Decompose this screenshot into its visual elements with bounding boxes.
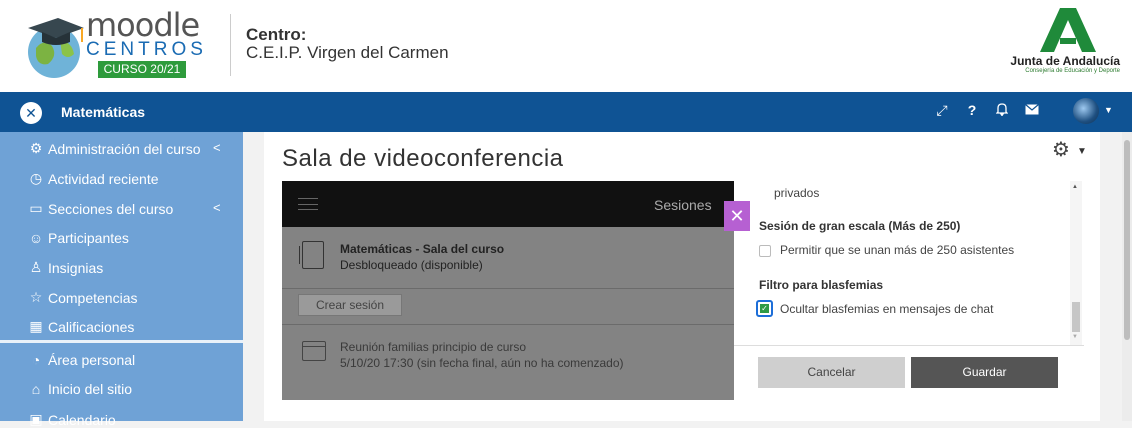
folder-icon: ▭	[29, 200, 43, 216]
sidebar-item-secciones[interactable]: ▭ Secciones del curso	[28, 200, 173, 217]
section-large-scale-title: Sesión de gran escala (Más de 250)	[759, 219, 961, 233]
cancel-button[interactable]: Cancelar	[758, 357, 905, 388]
help-icon[interactable]: ?	[962, 102, 982, 118]
users-icon: ☺	[28, 230, 44, 246]
allow-250-label[interactable]: Permitir que se unan más de 250 asistent…	[780, 243, 1014, 257]
centro-info: Centro: C.E.I.P. Virgen del Carmen	[246, 26, 449, 62]
centro-name: C.E.I.P. Virgen del Carmen	[246, 43, 449, 62]
panel-header: Sesiones	[282, 181, 734, 227]
scroll-up-icon[interactable]: ▲	[1072, 184, 1078, 190]
modal-scrollbar[interactable]: ▲ ▼	[1070, 181, 1082, 345]
scroll-thumb[interactable]	[1124, 140, 1130, 340]
site-header: moodle CENTROS CURSO 20/21 Centro: C.E.I…	[0, 0, 1132, 92]
sidebar-item-administracion[interactable]: ⚙ Administración del curso	[28, 140, 201, 157]
sessions-label: Sesiones	[654, 197, 712, 213]
header-divider	[230, 14, 231, 76]
top-navbar: ✕ Matemáticas ⤢ ? ▼	[0, 92, 1132, 132]
session-settings-modal: privados Sesión de gran escala (Más de 2…	[734, 181, 1084, 400]
close-icon: ✕	[25, 105, 37, 121]
badge-icon: ♙	[29, 259, 43, 275]
sidebar-item-competencias[interactable]: ☆ Competencias	[28, 289, 138, 306]
moodle-centros-logo[interactable]: moodle CENTROS CURSO 20/21	[22, 6, 207, 82]
logo-badge: CURSO 20/21	[97, 61, 187, 78]
sidebar-divider	[0, 340, 243, 343]
expand-icon[interactable]: ⤢	[932, 102, 952, 119]
close-modal-button[interactable]: ✕	[724, 201, 750, 231]
gear-icon[interactable]: ⚙	[1052, 137, 1070, 162]
centro-label: Centro:	[246, 25, 307, 44]
scroll-thumb[interactable]	[1072, 302, 1080, 332]
modal-divider	[734, 345, 1084, 346]
room-status: Desbloqueado (disponible)	[340, 258, 483, 272]
partial-option-text: privados	[774, 186, 820, 200]
envelope-icon[interactable]	[1022, 102, 1042, 118]
meeting-title[interactable]: Reunión familias principio de curso	[340, 340, 526, 354]
close-drawer-button[interactable]: ✕	[20, 102, 42, 124]
hamburger-icon[interactable]	[298, 198, 318, 210]
logo-sub: CENTROS	[86, 39, 207, 60]
scroll-down-icon[interactable]: ▼	[1072, 334, 1078, 340]
create-session-button[interactable]: Crear sesión	[298, 294, 402, 316]
page-scrollbar[interactable]	[1122, 132, 1132, 421]
sidebar-item-participantes[interactable]: ☺ Participantes	[28, 230, 129, 246]
meeting-date: 5/10/20 17:30 (sin fecha final, aún no h…	[340, 356, 624, 370]
sidebar-item-area-personal[interactable]: ◔ Área personal	[28, 352, 135, 368]
gears-icon: ⚙	[29, 140, 43, 156]
globe-cap-icon	[28, 18, 84, 78]
section-profanity-title: Filtro para blasfemias	[759, 278, 884, 292]
sidebar-item-calificaciones[interactable]: ▦ Calificaciones	[28, 318, 134, 335]
junta-a-icon	[1040, 8, 1096, 52]
bell-icon[interactable]	[992, 102, 1012, 119]
calendar-icon	[302, 341, 326, 361]
junta-logo[interactable]: Junta de Andalucía Consejería de Educaci…	[990, 8, 1120, 74]
room-row[interactable]: Matemáticas - Sala del curso Desbloquead…	[282, 227, 734, 289]
gauge-icon: ◔	[31, 352, 41, 368]
logo-word: moodle	[86, 6, 200, 44]
chevron-left-icon[interactable]: <	[213, 140, 221, 155]
sidebar-item-insignias[interactable]: ♙ Insignias	[28, 259, 104, 276]
chevron-left-icon[interactable]: <	[213, 200, 221, 215]
home-icon: ⌂	[31, 381, 41, 397]
hide-profanity-label[interactable]: Ocultar blasfemias en mensajes de chat	[780, 302, 993, 316]
check-icon: ✓	[760, 304, 769, 313]
room-name: Matemáticas - Sala del curso	[340, 242, 505, 256]
chevron-down-icon[interactable]: ▼	[1104, 105, 1113, 115]
calendar-icon: ▣	[29, 411, 43, 427]
star-icon: ☆	[29, 289, 43, 305]
sidebar-item-actividad[interactable]: ◷ Actividad reciente	[28, 170, 159, 187]
notebook-icon	[299, 241, 324, 269]
junta-name: Junta de Andalucía	[1010, 54, 1120, 68]
save-button[interactable]: Guardar	[911, 357, 1058, 388]
panel-divider	[282, 324, 734, 325]
clock-icon: ◷	[29, 170, 43, 186]
sessions-panel: Sesiones Matemáticas - Sala del curso De…	[282, 181, 734, 400]
course-title[interactable]: Matemáticas	[61, 104, 145, 120]
page-title: Sala de videoconferencia	[282, 145, 564, 172]
user-avatar[interactable]	[1073, 98, 1099, 124]
chevron-down-icon[interactable]: ▼	[1077, 146, 1087, 157]
sidebar-item-inicio[interactable]: ⌂ Inicio del sitio	[28, 381, 132, 397]
junta-sub: Consejería de Educación y Deporte	[1025, 68, 1120, 74]
course-sidebar: ⚙ Administración del curso < ◷ Actividad r…	[0, 132, 243, 428]
grades-icon: ▦	[29, 318, 43, 334]
close-icon: ✕	[729, 206, 745, 226]
allow-250-checkbox[interactable]	[759, 245, 771, 257]
hide-profanity-checkbox[interactable]: ✓	[756, 300, 773, 317]
sidebar-item-calendario[interactable]: ▣ Calendario	[28, 411, 115, 428]
